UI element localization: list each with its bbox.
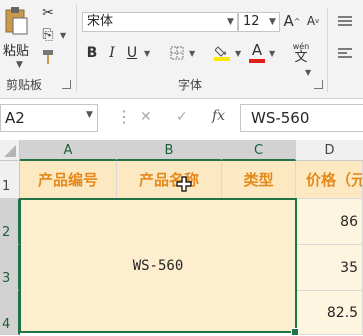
borders-dropdown-icon[interactable]: ▼ xyxy=(189,49,195,58)
column-header-c[interactable]: C xyxy=(222,140,296,161)
header-cell-price[interactable]: 价格（元 xyxy=(296,161,363,199)
ribbon: 粘贴 ▼ ✂ ⎘ ▼ 剪贴板 宋体 ▼ 12 ▼ A ^ Av B I U ▼ ▼… xyxy=(0,0,363,99)
borders-icon[interactable] xyxy=(167,44,187,62)
group-divider xyxy=(76,4,77,92)
font-dialog-launcher-icon[interactable] xyxy=(314,80,323,89)
copy-dropdown-icon[interactable]: ▼ xyxy=(60,31,66,40)
font-name-select[interactable]: 宋体 xyxy=(82,12,238,32)
copy-icon[interactable]: ⎘ xyxy=(38,26,58,44)
font-name-dropdown-icon[interactable]: ▼ xyxy=(227,17,234,27)
insert-function-icon[interactable]: fx xyxy=(212,108,225,124)
row-header-1[interactable]: 1 xyxy=(0,161,20,199)
font-color-icon[interactable]: A xyxy=(248,40,266,64)
underline-dropdown-icon[interactable]: ▼ xyxy=(144,49,150,58)
format-painter-icon[interactable] xyxy=(38,48,58,66)
cursor-icon xyxy=(176,176,192,196)
font-group-label: 字体 xyxy=(178,78,203,92)
merged-cell-a2-c4[interactable]: WS-560 xyxy=(19,198,297,333)
shrink-font-icon[interactable]: Av xyxy=(305,10,321,32)
phonetic-guide-icon[interactable]: wén 文 xyxy=(288,40,314,66)
formula-input[interactable]: WS-560 xyxy=(240,104,363,132)
fill-color-dropdown-icon[interactable]: ▼ xyxy=(235,49,241,58)
name-box-dropdown-icon[interactable]: ▼ xyxy=(86,110,93,120)
cancel-icon[interactable]: ✕ xyxy=(140,109,152,125)
font-name-value: 宋体 xyxy=(87,14,114,29)
group-divider xyxy=(327,8,328,92)
phonetic-dropdown-icon[interactable]: ▼ xyxy=(305,68,311,77)
font-size-value: 12 xyxy=(243,14,260,29)
header-cell-type[interactable]: 类型 xyxy=(222,161,296,199)
formula-bar: A2 ▼ ⋮ ✕ ✓ fx WS-560 xyxy=(0,104,363,134)
name-box[interactable]: A2 xyxy=(0,104,98,132)
bold-button[interactable]: B xyxy=(84,44,100,62)
name-box-value: A2 xyxy=(5,109,25,127)
cut-icon[interactable]: ✂ xyxy=(38,4,58,22)
select-all-corner[interactable] xyxy=(0,140,20,161)
grow-font-icon[interactable]: A ^ xyxy=(283,10,301,32)
column-header-a[interactable]: A xyxy=(20,140,117,161)
fill-color-icon[interactable] xyxy=(212,42,232,64)
paste-button-label[interactable]: 粘贴 xyxy=(3,40,29,59)
clipboard-group-label: 剪贴板 xyxy=(6,78,43,92)
clipboard-dialog-launcher-icon[interactable] xyxy=(62,80,71,89)
header-cell-product-id[interactable]: 产品编号 xyxy=(20,161,117,199)
italic-button[interactable]: I xyxy=(104,44,120,62)
align-top-icon[interactable] xyxy=(336,12,354,30)
row-header-4[interactable]: 4 xyxy=(0,291,20,335)
price-cell[interactable]: 86 xyxy=(296,199,363,245)
paste-icon[interactable] xyxy=(0,4,32,38)
row-header-2[interactable]: 2 xyxy=(0,199,20,245)
formula-value: WS-560 xyxy=(251,109,310,127)
enter-icon[interactable]: ✓ xyxy=(176,109,188,125)
font-color-swatch xyxy=(249,59,265,63)
align-left-icon[interactable] xyxy=(336,44,354,62)
header-cell-product-name[interactable]: 产品名称 xyxy=(117,161,222,199)
column-header-d[interactable]: D xyxy=(296,140,363,161)
column-header-b[interactable]: B xyxy=(117,140,222,161)
price-cell[interactable]: 35 xyxy=(296,245,363,291)
formula-bar-grip-icon[interactable]: ⋮ xyxy=(116,109,132,125)
row-header-3[interactable]: 3 xyxy=(0,245,20,291)
paste-dropdown-icon[interactable]: ▼ xyxy=(16,60,23,70)
font-size-dropdown-icon[interactable]: ▼ xyxy=(269,17,276,27)
worksheet-grid: A B C D 1 2 3 4 产品编号 产品名称 类型 价格（元 86 35 … xyxy=(0,140,363,336)
font-color-dropdown-icon[interactable]: ▼ xyxy=(269,49,275,58)
fill-color-swatch xyxy=(214,57,230,61)
price-cell[interactable]: 82.5 xyxy=(296,291,363,335)
underline-button[interactable]: U xyxy=(124,44,140,62)
